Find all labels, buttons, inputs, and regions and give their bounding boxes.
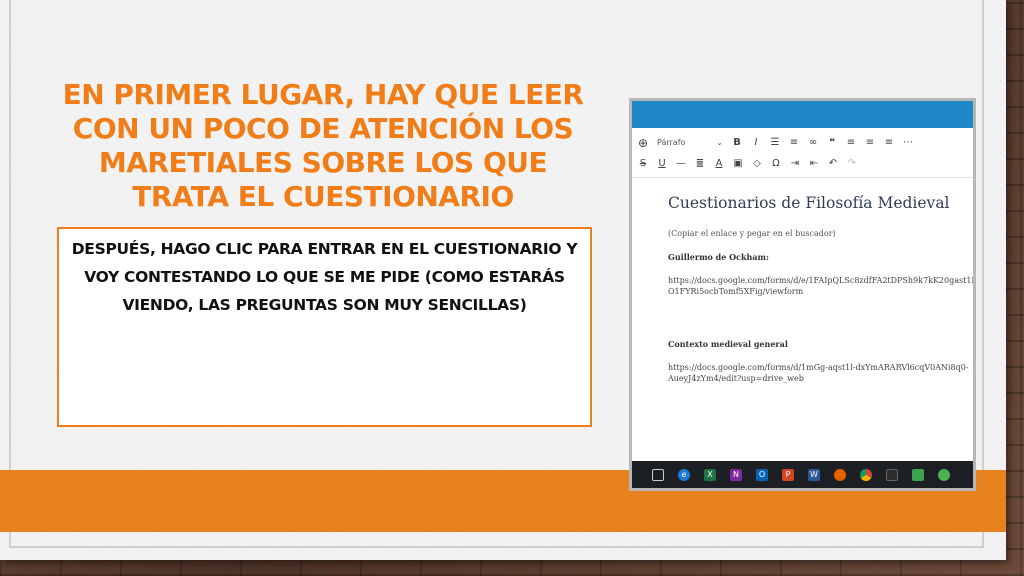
strikethrough-icon[interactable]: S — [638, 158, 648, 169]
chrome-icon[interactable] — [860, 468, 872, 481]
underline-icon[interactable]: U — [657, 158, 667, 169]
outlook-icon[interactable]: O — [756, 468, 768, 481]
bold-icon[interactable]: B — [732, 137, 742, 148]
section1-title: Guillermo de Ockham: — [668, 252, 769, 262]
add-icon[interactable]: ⊕ — [638, 137, 648, 149]
redo-icon[interactable]: ↷ — [847, 158, 857, 169]
section2-link-line2[interactable]: AueyJ4zYm4/edit?usp=drive_web — [668, 373, 973, 384]
section2-link-line1[interactable]: https://docs.google.com/forms/d/1mGg-aqs… — [668, 362, 973, 373]
editor-screenshot: ⊕ Párrafo ⌄ B I ☰ ≡ ∞ ❝ ≡ ≡ ≡ ⋯ S U — ≣ … — [629, 98, 976, 491]
bullet-list-icon[interactable]: ☰ — [770, 137, 780, 148]
section1-link-line2[interactable]: O1FYRi5ocbTomf5XFig/viewform — [668, 286, 973, 297]
horizontal-line-icon[interactable]: — — [676, 158, 686, 169]
align-center-icon[interactable]: ≡ — [865, 137, 875, 148]
section2-title: Contexto medieval general — [668, 339, 788, 349]
align-left-icon[interactable]: ≡ — [846, 137, 856, 148]
body-textbox[interactable]: Después, hago clic para entrar en el cue… — [57, 227, 592, 427]
app-green-icon[interactable] — [912, 468, 924, 481]
more-icon[interactable]: ⋯ — [903, 137, 913, 148]
body-text: Después, hago clic para entrar en el cue… — [71, 240, 578, 314]
excel-icon[interactable]: X — [704, 468, 716, 481]
link-icon[interactable]: ∞ — [808, 137, 818, 148]
edge-icon[interactable]: e — [678, 468, 690, 481]
word-icon[interactable]: W — [808, 468, 820, 481]
document-instruction: (Copiar el enlace y pegar en el buscador… — [668, 229, 836, 238]
toolbar-row-1: ⊕ Párrafo ⌄ B I ☰ ≡ ∞ ❝ ≡ ≡ ≡ ⋯ — [632, 132, 973, 153]
slide-title: En primer lugar, hay que leer con un poc… — [62, 78, 584, 213]
section1-link-line1[interactable]: https://docs.google.com/forms/d/e/1FAIpQ… — [668, 275, 973, 286]
outdent-icon[interactable]: ⇤ — [809, 158, 819, 169]
windows-taskbar: e X N O P W — [632, 461, 973, 488]
app-icon[interactable] — [886, 468, 898, 481]
document-content[interactable]: Cuestionarios de Filosofía Medieval (Cop… — [632, 178, 973, 384]
toolbar-row-2: S U — ≣ A ▣ ◇ Ω ⇥ ⇤ ↶ ↷ — [632, 153, 973, 174]
app-dark-icon[interactable] — [938, 468, 950, 481]
clear-format-icon[interactable]: ◇ — [752, 158, 762, 169]
paste-text-icon[interactable]: ▣ — [733, 158, 743, 169]
paragraph-select[interactable]: Párrafo ⌄ — [657, 138, 723, 147]
numbered-list-icon[interactable]: ≡ — [789, 137, 799, 148]
document-heading: Cuestionarios de Filosofía Medieval — [668, 194, 950, 212]
italic-icon[interactable]: I — [751, 137, 761, 148]
powerpoint-icon[interactable]: P — [782, 468, 794, 481]
align-right-icon[interactable]: ≡ — [884, 137, 894, 148]
chevron-down-icon: ⌄ — [716, 138, 723, 147]
indent-icon[interactable]: ⇥ — [790, 158, 800, 169]
undo-icon[interactable]: ↶ — [828, 158, 838, 169]
task-view-icon[interactable] — [652, 468, 664, 481]
quote-icon[interactable]: ❝ — [827, 137, 837, 148]
special-char-icon[interactable]: Ω — [771, 158, 781, 169]
firefox-icon[interactable] — [834, 468, 846, 481]
text-color-icon[interactable]: A — [714, 158, 724, 169]
justify-icon[interactable]: ≣ — [695, 158, 705, 169]
onenote-icon[interactable]: N — [730, 468, 742, 481]
editor-top-bar — [632, 101, 973, 128]
slide: En primer lugar, hay que leer con un poc… — [0, 0, 1006, 560]
